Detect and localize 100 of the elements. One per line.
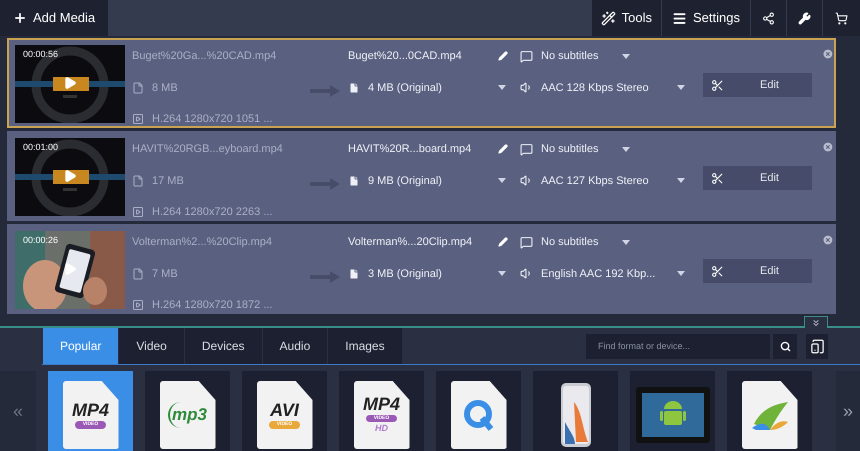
cart-button[interactable] [823,0,860,36]
size-dropdown[interactable]: 9 MB (Original) [348,172,508,189]
source-file-name: Buget%20Ga...%20CAD.mp4 [132,49,278,64]
format-tile[interactable] [436,371,521,451]
tools-button[interactable]: Tools [592,0,662,36]
add-media-button[interactable]: Add Media [0,0,108,36]
file-icon [348,82,360,94]
file-icon [132,82,144,94]
size-dropdown[interactable]: 3 MB (Original) [348,266,508,282]
settings-button[interactable]: Settings [662,0,751,36]
file-icon [132,268,144,280]
format-label: AVI [270,401,299,420]
magic-wand-icon [600,10,616,26]
duration-label: 00:00:56 [23,48,58,61]
target-file-name: HAVIT%20R...board.mp4 [348,142,472,157]
play-icon[interactable] [63,76,77,90]
format-tab[interactable]: Video [119,328,185,364]
format-tab[interactable]: Images [328,328,403,364]
cart-icon [835,12,848,24]
audio-dropdown[interactable]: AAC 128 Kbps Stereo [520,80,685,96]
caret-icon [622,54,630,59]
wrench-button[interactable] [787,0,823,36]
rename-icon[interactable] [498,144,508,154]
wmv-file-icon [742,381,798,449]
arrow-icon [310,85,340,97]
format-search-field[interactable]: Find format or device... [586,334,770,358]
format-label: MP4 [72,401,109,420]
audio-dropdown[interactable]: AAC 127 Kbps Stereo [520,172,685,189]
search-button[interactable] [773,334,797,358]
format-tile[interactable] [727,371,812,451]
target-file-name: Volterman%...20Clip.mp4 [348,235,472,250]
caret-icon [677,85,685,90]
chevrons-down-icon [811,318,821,328]
wrench-icon [798,12,811,24]
caret-icon [498,178,506,184]
next-formats-button[interactable]: » [836,371,860,451]
play-icon[interactable] [63,262,77,276]
format-label: mp3 [168,402,207,428]
share-button[interactable] [751,0,787,36]
speech-bubble-icon [520,50,533,63]
speaker-icon [520,81,533,94]
rename-icon[interactable] [498,51,508,62]
caret-icon [677,178,685,184]
caret-icon [498,271,506,276]
source-size: 17 MB [152,174,184,188]
caret-icon [622,146,630,152]
duration-label: 00:00:26 [23,234,58,247]
share-icon [762,12,775,24]
subtitles-dropdown[interactable]: No subtitles [520,234,630,250]
subtitles-dropdown[interactable]: No subtitles [520,48,630,64]
speech-bubble-icon [520,142,533,156]
file-row[interactable]: 00:00:26 Volterman%2...%20Clip.mp4 7 MB H.264 1280x720 1872 ... Volterman%...20Clip.mp4 3 MB (Original) No subtitles English AAC 192 Kbp... Edit [7,224,836,314]
remove-icon[interactable] [822,47,834,61]
codec-info: H.264 1280x720 1051 ... [152,112,272,127]
arrow-icon [310,271,340,283]
collapse-button[interactable] [804,316,828,328]
remove-icon[interactable] [822,140,834,154]
plus-icon [13,11,27,25]
format-label: MP4 [362,394,400,412]
remove-icon[interactable] [822,233,834,247]
caret-icon [622,240,630,245]
menu-icon [672,10,688,26]
detect-device-button[interactable] [806,334,828,358]
rename-icon[interactable] [498,237,508,248]
audio-dropdown[interactable]: English AAC 192 Kbp... [520,266,685,282]
file-row[interactable]: 00:01:00 HAVIT%20RGB...eyboard.mp4 17 MB H.264 1280x720 2263 ... HAVIT%20R...board.mp4 9 MB (Original) No subtitles AAC 127 Kbps Stereo Edit [7,131,836,221]
hd-label: HD [375,422,388,435]
play-icon[interactable] [63,169,77,183]
source-size: 8 MB [152,80,178,96]
source-file-name: HAVIT%20RGB...eyboard.mp4 [132,142,284,157]
arrow-icon [310,178,340,190]
format-tab[interactable]: Devices [184,328,263,364]
format-tab[interactable]: Audio [262,328,328,364]
edit-button[interactable]: Edit [703,73,812,97]
file-row[interactable]: 00:00:56 Buget%20Ga...%20CAD.mp4 8 MB H.264 1280x720 1051 ... Buget%20...0CAD.mp4 4 MB (Original) No subtitles AAC 128 Kbps Stereo Edit [7,38,836,128]
format-tile[interactable]: mp3 [145,371,230,451]
edit-button[interactable]: Edit [703,259,812,283]
file-icon [132,174,144,187]
scissors-icon [711,172,724,184]
smartphone-icon [560,382,592,448]
speaker-icon [520,267,533,280]
codec-info: H.264 1280x720 1872 ... [152,298,272,313]
scissors-icon [711,78,724,92]
format-tile[interactable] [533,371,618,451]
duration-label: 00:01:00 [23,141,58,154]
video-icon [132,113,144,126]
subtitles-dropdown[interactable]: No subtitles [520,141,630,158]
target-file-name: Buget%20...0CAD.mp4 [348,49,462,64]
size-dropdown[interactable]: 4 MB (Original) [348,80,508,96]
caret-icon [498,85,506,90]
edit-button[interactable]: Edit [703,166,812,190]
quicktime-file-icon [450,381,506,449]
format-tile[interactable] [630,371,715,451]
caret-icon [677,271,685,276]
speech-bubble-icon [520,236,533,249]
video-icon [132,299,144,312]
video-icon [132,206,144,218]
codec-info: H.264 1280x720 2263 ... [152,205,272,220]
search-icon [780,340,790,352]
source-size: 7 MB [152,266,178,282]
